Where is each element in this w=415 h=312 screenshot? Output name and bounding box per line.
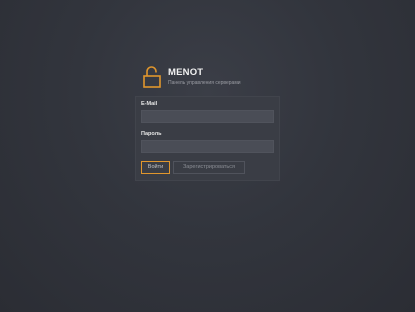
login-button[interactable]: Войти [141,161,170,174]
email-label: E-Mail [141,101,158,107]
login-form: E-Mail Пароль Войти Зарегистрироваться [135,96,280,181]
app-title: MENOT [168,67,204,78]
password-label: Пароль [141,131,162,137]
register-button[interactable]: Зарегистрироваться [173,161,245,174]
email-field[interactable] [141,110,274,123]
lock-open-icon [143,66,161,88]
password-field[interactable] [141,140,274,153]
brand-header: MENOT Панель управления серверами [143,66,283,92]
app-subtitle: Панель управления серверами [168,80,241,86]
